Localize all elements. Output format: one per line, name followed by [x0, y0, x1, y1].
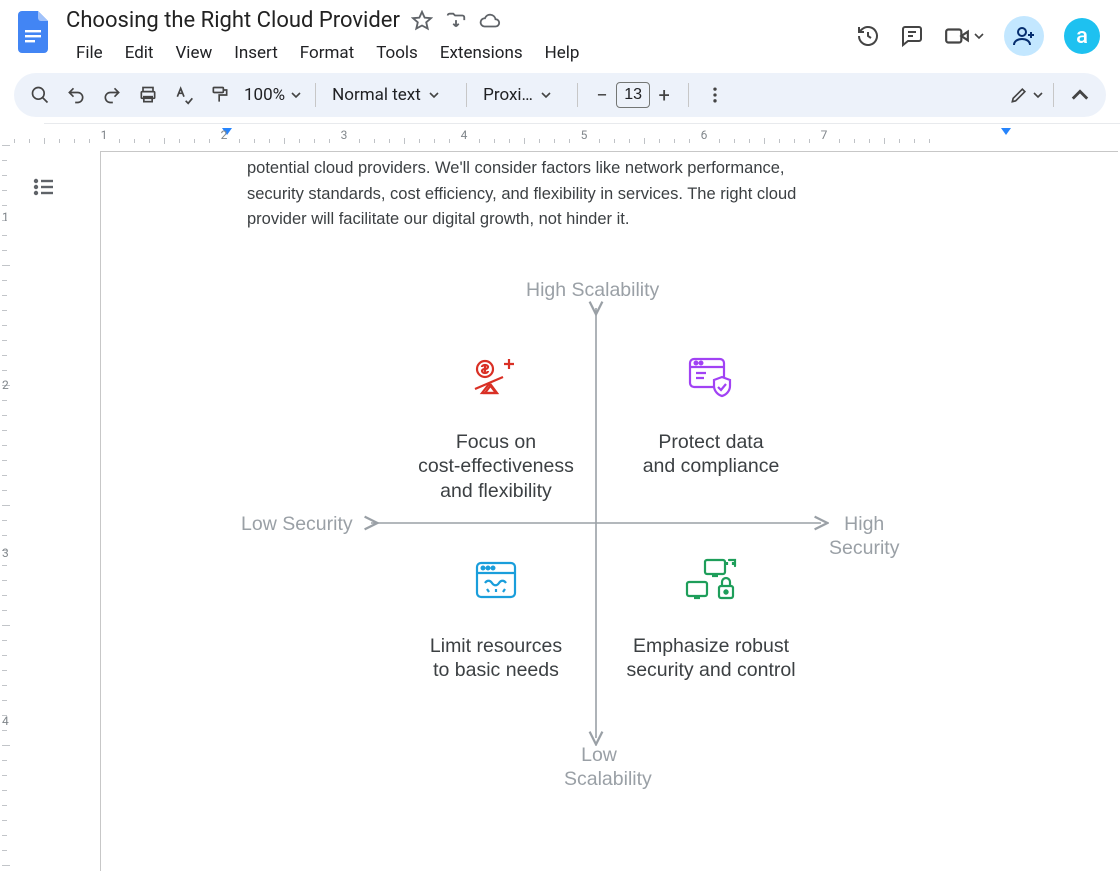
- spellcheck-icon[interactable]: [168, 79, 200, 111]
- fontsize-decrease[interactable]: −: [588, 81, 616, 109]
- paint-format-icon[interactable]: [204, 79, 236, 111]
- share-button[interactable]: [1004, 16, 1044, 56]
- style-select[interactable]: Normal text: [326, 85, 456, 105]
- font-select[interactable]: Proxi…: [477, 85, 567, 105]
- move-icon[interactable]: [444, 9, 468, 33]
- fontsize-increase[interactable]: +: [650, 81, 678, 109]
- cloud-icon[interactable]: [478, 9, 502, 33]
- more-icon[interactable]: [699, 79, 731, 111]
- right-indent-marker[interactable]: [999, 126, 1013, 140]
- axis-right-label: High Security: [829, 512, 899, 561]
- ruler-horizontal[interactable]: 1234567: [44, 123, 1120, 145]
- menu-file[interactable]: File: [66, 39, 113, 67]
- quadrant-top-right: Protect dataand compliance: [611, 354, 811, 479]
- quadrant-bottom-left: Limit resourcesto basic needs: [391, 558, 601, 683]
- search-icon[interactable]: [24, 79, 56, 111]
- menu-bar: File Edit View Insert Format Tools Exten…: [66, 39, 844, 67]
- history-icon[interactable]: [856, 24, 880, 48]
- quadrant-top-left: Focus oncost-effectivenessand flexibilit…: [386, 354, 606, 503]
- collapse-icon[interactable]: [1064, 79, 1096, 111]
- toolbar: 100% Normal text Proxi… − +: [14, 73, 1106, 117]
- menu-edit[interactable]: Edit: [115, 39, 164, 67]
- ruler-vertical[interactable]: 1234: [0, 145, 14, 871]
- outline-icon[interactable]: [32, 175, 56, 199]
- account-avatar[interactable]: a: [1064, 18, 1100, 54]
- editing-mode[interactable]: [1009, 79, 1043, 111]
- zoom-select[interactable]: 100%: [240, 85, 305, 105]
- doc-title[interactable]: Choosing the Right Cloud Provider: [66, 8, 400, 33]
- comments-icon[interactable]: [900, 24, 924, 48]
- print-icon[interactable]: [132, 79, 164, 111]
- data-shield-icon: [611, 354, 811, 400]
- menu-help[interactable]: Help: [535, 39, 590, 67]
- menu-format[interactable]: Format: [290, 39, 364, 67]
- basic-browser-icon: [391, 558, 601, 604]
- axis-bottom-label: LowScalability: [564, 743, 634, 792]
- menu-view[interactable]: View: [165, 39, 222, 67]
- star-icon[interactable]: [410, 9, 434, 33]
- body-text[interactable]: potential cloud providers. We'll conside…: [247, 156, 845, 233]
- docs-logo[interactable]: [14, 8, 54, 56]
- axis-left-label: Low Security: [241, 512, 353, 536]
- axis-top-label: High Scalability: [526, 278, 659, 302]
- document-page[interactable]: potential cloud providers. We'll conside…: [100, 151, 1118, 871]
- quadrant-bottom-right: Emphasize robustsecurity and control: [601, 558, 821, 683]
- redo-icon[interactable]: [96, 79, 128, 111]
- meet-icon[interactable]: [944, 24, 984, 48]
- menu-tools[interactable]: Tools: [366, 39, 428, 67]
- fontsize-input[interactable]: [616, 82, 650, 108]
- undo-icon[interactable]: [60, 79, 92, 111]
- cost-balance-icon: [386, 354, 606, 400]
- secure-devices-icon: [601, 558, 821, 604]
- menu-extensions[interactable]: Extensions: [430, 39, 533, 67]
- menu-insert[interactable]: Insert: [224, 39, 288, 67]
- quadrant-diagram: High Scalability LowScalability Low Secu…: [231, 268, 891, 808]
